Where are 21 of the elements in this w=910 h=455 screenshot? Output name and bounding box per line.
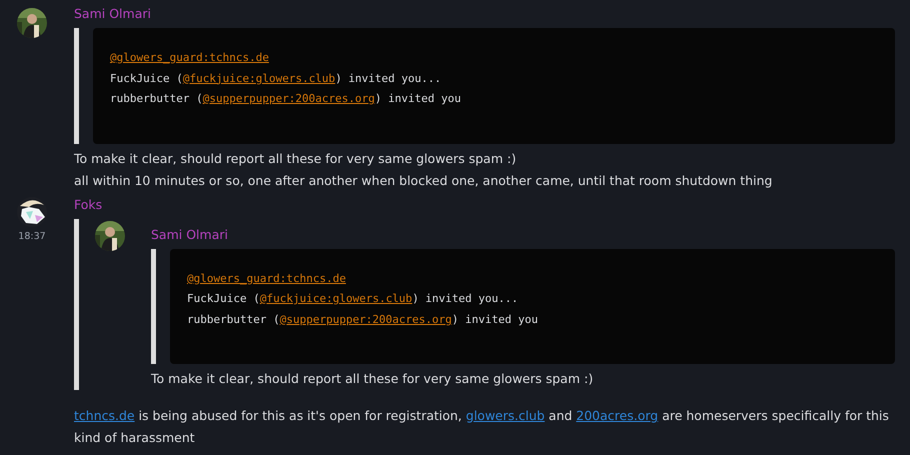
link[interactable]: 200acres.org — [576, 408, 658, 423]
code-line: FuckJuice (@fuckjuice:glowers.club) invited you... — [110, 70, 442, 86]
message-text: To make it clear, should report all these for very same glowers spam :) — [151, 370, 594, 388]
link[interactable]: @fuckjuice:glowers.club — [260, 292, 412, 305]
sender-name[interactable]: Sami Olmari — [74, 6, 895, 22]
message-text: all within 10 minutes or so, one after another when blocked one, another came, until that room shutdown thing — [74, 172, 774, 190]
link[interactable]: @supperpupper:200acres.org — [202, 92, 375, 105]
message-text: tchncs.de is being abused for this as it's open for registration, glowers.club and 200acres.org are homeservers specifically for this kind of harassment — [74, 407, 890, 447]
link[interactable]: @glowers_guard:tchncs.de — [187, 272, 346, 284]
link[interactable]: @supperpupper:200acres.org — [280, 312, 452, 326]
link[interactable]: glowers.club — [466, 408, 545, 423]
sender-name[interactable]: Foks — [74, 196, 895, 212]
link[interactable]: @fuckjuice:glowers.club — [182, 72, 336, 84]
sender-name[interactable]: Sami Olmari — [151, 226, 895, 242]
message-text: To make it clear, should report all these for very same glowers spam :) — [74, 150, 518, 168]
link[interactable]: @glowers_guard:tchncs.de — [110, 51, 269, 64]
code-line: rubberbutter (@supperpupper:200acres.org) invited you — [110, 91, 462, 107]
code-line: rubberbutter (@supperpupper:200acres.org) invited you — [187, 312, 539, 328]
link[interactable]: tchncs.de — [74, 408, 135, 423]
timestamp: 18:37 — [17, 230, 47, 244]
code-line: FuckJuice (@fuckjuice:glowers.club) invited you... — [187, 291, 520, 307]
